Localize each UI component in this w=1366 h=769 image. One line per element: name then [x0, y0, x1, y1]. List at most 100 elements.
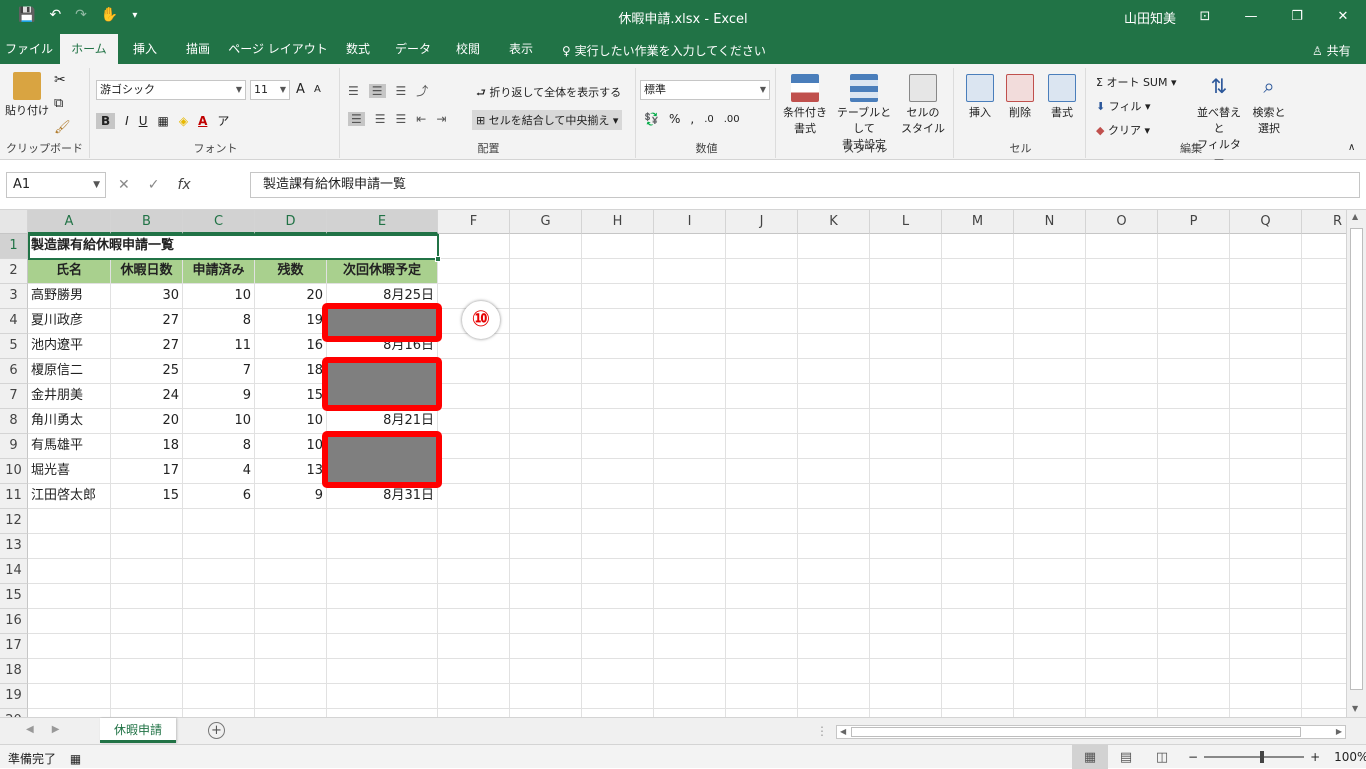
- grid-cell[interactable]: [798, 259, 870, 284]
- grid-cell[interactable]: [726, 259, 798, 284]
- grid-cell[interactable]: [438, 409, 510, 434]
- enter-icon[interactable]: ✓: [148, 172, 160, 198]
- grid-cell[interactable]: [942, 484, 1014, 509]
- delete-cells-button[interactable]: 削除: [1002, 74, 1038, 120]
- zoom-out-button[interactable]: −: [1188, 750, 1198, 764]
- grid-cell[interactable]: [582, 509, 654, 534]
- grid-cell[interactable]: [798, 234, 870, 259]
- grid-cell[interactable]: [510, 334, 582, 359]
- grid-cell[interactable]: [1014, 484, 1086, 509]
- tab-insert[interactable]: 挿入: [120, 34, 170, 64]
- grid-cell[interactable]: [870, 284, 942, 309]
- grid-cell[interactable]: [1014, 609, 1086, 634]
- grid-cell[interactable]: [255, 609, 327, 634]
- autosum-button[interactable]: Σ オート SUM ▾: [1096, 74, 1177, 90]
- column-header[interactable]: L: [870, 210, 942, 234]
- clear-button[interactable]: ◆ クリア ▾: [1096, 122, 1150, 138]
- grid-cell[interactable]: [1086, 584, 1158, 609]
- employee-name-cell[interactable]: 高野勝男: [28, 284, 111, 309]
- grid-cell[interactable]: [726, 534, 798, 559]
- grid-cell[interactable]: [582, 559, 654, 584]
- row-header[interactable]: 16: [0, 609, 28, 634]
- grid-cell[interactable]: [438, 234, 510, 259]
- align-center-icon[interactable]: ☰: [375, 112, 386, 126]
- grid-cell[interactable]: [582, 434, 654, 459]
- employee-name-cell[interactable]: 角川勇太: [28, 409, 111, 434]
- grid-cell[interactable]: [1158, 584, 1230, 609]
- grid-cell[interactable]: [798, 684, 870, 709]
- row-header[interactable]: 2: [0, 259, 28, 284]
- grid-cell[interactable]: [1158, 509, 1230, 534]
- grid-cell[interactable]: [870, 659, 942, 684]
- grid-cell[interactable]: [1158, 634, 1230, 659]
- grid-cell[interactable]: [183, 709, 255, 717]
- grid-cell[interactable]: [870, 384, 942, 409]
- macro-record-icon[interactable]: ▦: [70, 752, 81, 766]
- tab-splitter-icon[interactable]: ⋮: [816, 724, 828, 738]
- find-select-button[interactable]: ⌕ 検索と 選択: [1248, 74, 1290, 136]
- grid-cell[interactable]: [582, 534, 654, 559]
- grid-cell[interactable]: [1158, 484, 1230, 509]
- grid-cell[interactable]: [28, 634, 111, 659]
- row-header[interactable]: 12: [0, 509, 28, 534]
- grid-cell[interactable]: [1014, 634, 1086, 659]
- grid-cell[interactable]: [942, 309, 1014, 334]
- grid-cell[interactable]: [111, 634, 183, 659]
- grid-cell[interactable]: [1086, 559, 1158, 584]
- grid-cell[interactable]: [726, 309, 798, 334]
- grid-cell[interactable]: [1086, 484, 1158, 509]
- table-header-cell[interactable]: 氏名: [28, 259, 111, 284]
- table-cell[interactable]: 10: [255, 434, 327, 459]
- formula-input[interactable]: 製造課有給休暇申請一覧: [250, 172, 1360, 198]
- grid-cell[interactable]: [870, 534, 942, 559]
- grid-cell[interactable]: [510, 659, 582, 684]
- table-cell[interactable]: 27: [111, 334, 183, 359]
- grid-cell[interactable]: [183, 534, 255, 559]
- grid-cell[interactable]: [183, 584, 255, 609]
- row-header[interactable]: 6: [0, 359, 28, 384]
- table-cell[interactable]: 18: [111, 434, 183, 459]
- grid-cell[interactable]: [1014, 384, 1086, 409]
- grid-cell[interactable]: [726, 609, 798, 634]
- grid-cell[interactable]: [582, 309, 654, 334]
- grid-cell[interactable]: [1086, 609, 1158, 634]
- grid-cell[interactable]: [654, 634, 726, 659]
- orientation-icon[interactable]: ⤴: [416, 82, 428, 99]
- grid-cell[interactable]: [942, 259, 1014, 284]
- grid-cell[interactable]: [726, 659, 798, 684]
- grid-cell[interactable]: [510, 359, 582, 384]
- table-cell[interactable]: 18: [255, 359, 327, 384]
- grid-cell[interactable]: [1086, 259, 1158, 284]
- grid-cell[interactable]: [28, 609, 111, 634]
- grid-cell[interactable]: [798, 584, 870, 609]
- grid-cell[interactable]: [111, 609, 183, 634]
- grid-cell[interactable]: [870, 609, 942, 634]
- scroll-left-icon[interactable]: ◀: [840, 726, 846, 738]
- grid-cell[interactable]: [654, 359, 726, 384]
- grid-cell[interactable]: [1158, 309, 1230, 334]
- grid-cell[interactable]: [726, 584, 798, 609]
- row-header[interactable]: 3: [0, 284, 28, 309]
- grid-cell[interactable]: [438, 534, 510, 559]
- table-cell[interactable]: 30: [111, 284, 183, 309]
- column-header[interactable]: P: [1158, 210, 1230, 234]
- grid-cell[interactable]: [183, 559, 255, 584]
- table-header-cell[interactable]: 休暇日数: [111, 259, 183, 284]
- grid-cell[interactable]: [942, 584, 1014, 609]
- grid-cell[interactable]: [1158, 434, 1230, 459]
- grid-cell[interactable]: [870, 709, 942, 717]
- grid-cell[interactable]: [438, 609, 510, 634]
- grid-cell[interactable]: [870, 559, 942, 584]
- column-header[interactable]: G: [510, 210, 582, 234]
- ribbon-display-icon[interactable]: ⊡: [1182, 0, 1228, 32]
- table-cell[interactable]: 10: [183, 284, 255, 309]
- column-header[interactable]: J: [726, 210, 798, 234]
- grid-cell[interactable]: [1158, 659, 1230, 684]
- grid-cell[interactable]: [1014, 709, 1086, 717]
- grid-cell[interactable]: [654, 234, 726, 259]
- grid-cell[interactable]: [510, 584, 582, 609]
- decrease-indent-icon[interactable]: ⇤: [416, 112, 426, 126]
- grid-cell[interactable]: [1014, 459, 1086, 484]
- grid-cell[interactable]: [1302, 359, 1346, 384]
- grid-cell[interactable]: [654, 559, 726, 584]
